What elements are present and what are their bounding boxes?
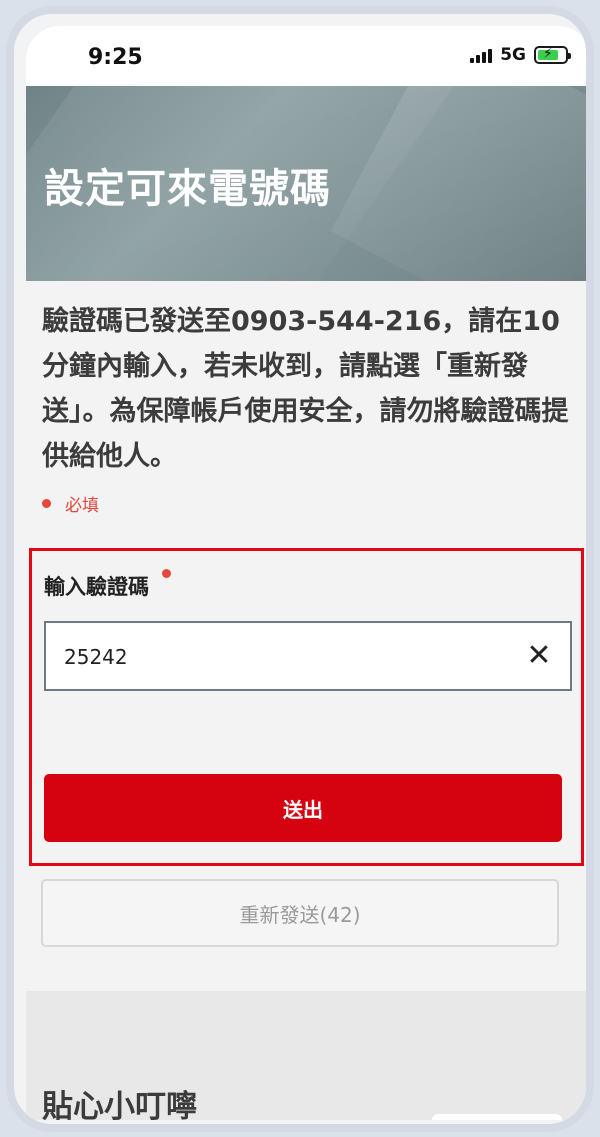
network-type: 5G — [500, 45, 526, 65]
code-field-label: 輸入驗證碼 — [44, 569, 171, 601]
clear-input-button[interactable]: ✕ — [520, 637, 558, 675]
verification-form: 輸入驗證碼 ✕ 送出 — [29, 548, 584, 866]
status-icons: 5G ⚡ — [470, 45, 571, 65]
header-banner: 設定可來電號碼 — [26, 86, 586, 281]
main-content: 驗證碼已發送至0903-544-216，請在10分鐘內輸入，若未收到，請點選「重… — [26, 281, 586, 991]
resend-button[interactable]: 重新發送(42) — [41, 879, 559, 947]
verification-message: 驗證碼已發送至0903-544-216，請在10分鐘內輸入，若未收到，請點選「重… — [42, 306, 569, 472]
signal-icon — [470, 47, 493, 63]
home-indicator — [432, 1114, 562, 1120]
tips-section: 貼心小叮嚀 — [26, 991, 586, 1120]
screen: 9:25 5G ⚡ 設定可來電號碼 驗證碼已發送至0903-544-216，請在… — [26, 26, 586, 1120]
code-field-label-text: 輸入驗證碼 — [44, 575, 149, 599]
battery-icon: ⚡ — [534, 46, 571, 64]
required-label: 必填 — [65, 496, 99, 516]
required-legend: 必填 — [42, 491, 99, 516]
tips-title: 貼心小叮嚀 — [42, 1089, 197, 1120]
required-dot-icon — [42, 499, 51, 508]
status-bar: 9:25 5G ⚡ — [26, 26, 586, 86]
submit-button[interactable]: 送出 — [44, 774, 562, 842]
required-dot-icon — [162, 569, 171, 578]
status-time: 9:25 — [88, 45, 143, 70]
code-input-wrapper: ✕ — [44, 621, 572, 691]
page-title: 設定可來電號碼 — [44, 166, 331, 212]
phone-frame: 9:25 5G ⚡ 設定可來電號碼 驗證碼已發送至0903-544-216，請在… — [6, 6, 594, 1132]
charging-bolt-icon: ⚡ — [543, 46, 553, 62]
verification-code-input[interactable] — [62, 623, 506, 691]
